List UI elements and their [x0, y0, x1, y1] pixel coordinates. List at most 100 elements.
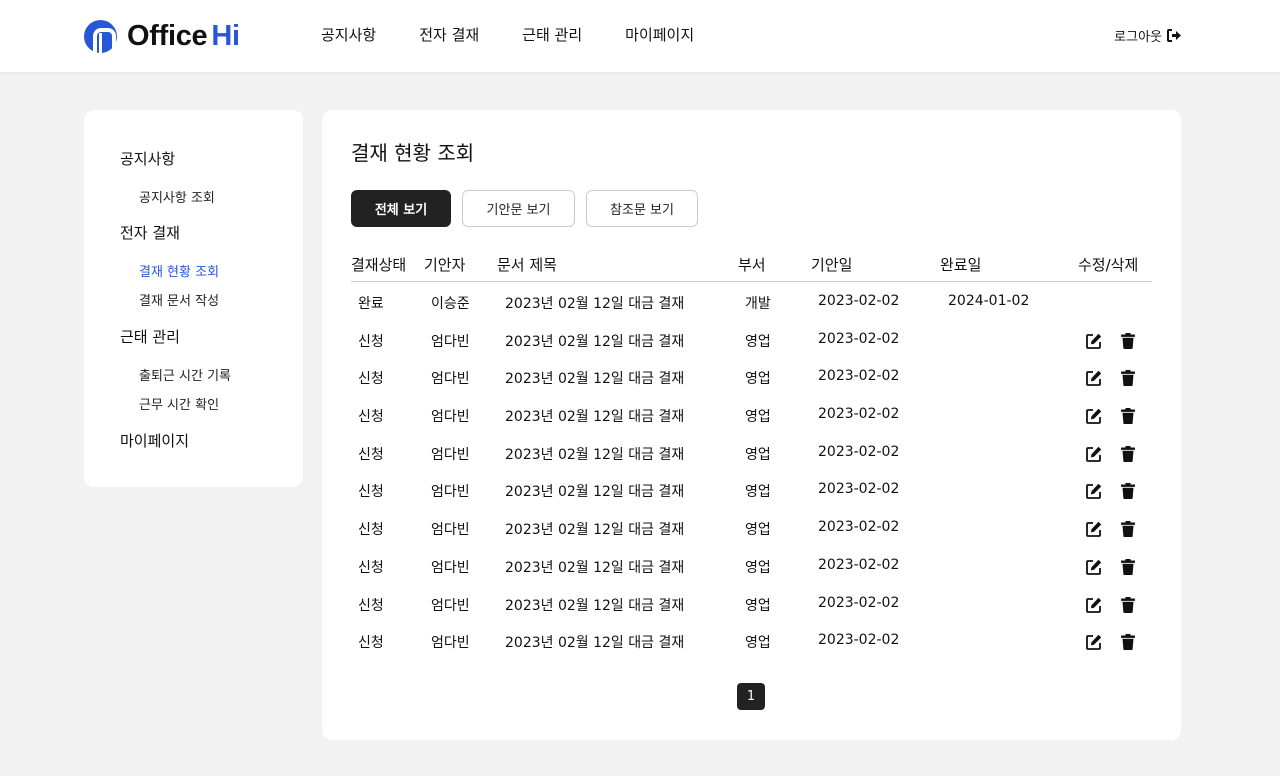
topnav-item-approval[interactable]: 전자 결재	[419, 24, 479, 45]
cell-draft-date: 2023-02-02	[818, 594, 900, 611]
cell-drafter: 엄다빈	[431, 446, 470, 463]
column-header-title: 문서 제목	[497, 256, 557, 274]
cell-drafter: 엄다빈	[431, 371, 470, 388]
filter-draft-button[interactable]: 기안문 보기	[462, 190, 575, 227]
cell-drafter: 엄다빈	[431, 484, 470, 501]
table-row[interactable]: 신청 엄다빈 2023년 02월 12일 대금 결재 영업 2023-02-02	[351, 397, 1152, 435]
sidebar-item-notice-list[interactable]: 공지사항 조회	[139, 187, 215, 206]
topnav-item-notice[interactable]: 공지사항	[321, 24, 376, 45]
brand-name-accent: Hi	[211, 19, 240, 52]
top-nav: 공지사항 전자 결재 근태 관리 마이페이지	[321, 24, 737, 45]
sidebar-section-attendance[interactable]: 근태 관리	[120, 326, 180, 347]
table-row[interactable]: 신청 엄다빈 2023년 02월 12일 대금 결재 영업 2023-02-02	[351, 586, 1152, 624]
cell-title[interactable]: 2023년 02월 12일 대금 결재	[505, 481, 684, 501]
sidebar-section-approval[interactable]: 전자 결재	[120, 222, 180, 243]
edit-icon[interactable]	[1085, 445, 1103, 463]
edit-icon[interactable]	[1085, 520, 1103, 538]
cell-dept: 영업	[745, 522, 771, 539]
table-row[interactable]: 신청 엄다빈 2023년 02월 12일 대금 결재 영업 2023-02-02	[351, 623, 1152, 661]
column-header-done-date: 완료일	[940, 256, 982, 274]
cell-draft-date: 2023-02-02	[818, 293, 900, 309]
trash-icon[interactable]	[1119, 445, 1137, 463]
logout-button[interactable]: 로그아웃	[1114, 26, 1182, 45]
edit-icon[interactable]	[1085, 407, 1103, 425]
cell-draft-date: 2023-02-02	[818, 443, 900, 460]
top-header: Office Hi 공지사항 전자 결재 근태 관리 마이페이지 로그아웃	[0, 0, 1280, 72]
sidebar-item-approval-status[interactable]: 결재 현황 조회	[139, 261, 219, 280]
logo-mark-icon	[84, 19, 117, 57]
table-row[interactable]: 신청 엄다빈 2023년 02월 12일 대금 결재 영업 2023-02-02	[351, 359, 1152, 397]
cell-dept: 영업	[745, 333, 771, 350]
table-row[interactable]: 신청 엄다빈 2023년 02월 12일 대금 결재 영업 2023-02-02	[351, 322, 1152, 360]
sidebar: 공지사항 공지사항 조회 전자 결재 결재 현황 조회 결재 문서 작성 근태 …	[84, 110, 303, 487]
cell-title[interactable]: 2023년 02월 12일 대금 결재	[505, 595, 684, 615]
cell-draft-date: 2023-02-02	[818, 330, 900, 347]
sidebar-section-mypage[interactable]: 마이페이지	[120, 430, 189, 451]
column-header-drafter: 기안자	[424, 256, 466, 274]
trash-icon[interactable]	[1119, 633, 1137, 651]
cell-title[interactable]: 2023년 02월 12일 대금 결재	[505, 406, 684, 426]
trash-icon[interactable]	[1119, 558, 1137, 576]
cell-title[interactable]: 2023년 02월 12일 대금 결재	[505, 519, 684, 539]
trash-icon[interactable]	[1119, 482, 1137, 500]
page-title: 결재 현황 조회	[351, 141, 475, 165]
edit-icon[interactable]	[1085, 369, 1103, 387]
sidebar-item-approval-write[interactable]: 결재 문서 작성	[139, 290, 219, 309]
cell-dept: 영업	[745, 597, 771, 614]
cell-dept: 영업	[745, 635, 771, 652]
filter-reference-button[interactable]: 참조문 보기	[586, 190, 698, 227]
table-row[interactable]: 신청 엄다빈 2023년 02월 12일 대금 결재 영업 2023-02-02	[351, 472, 1152, 510]
column-header-draft-date: 기안일	[811, 256, 853, 274]
cell-drafter: 이승준	[431, 296, 470, 312]
cell-dept: 영업	[745, 559, 771, 576]
trash-icon[interactable]	[1119, 407, 1137, 425]
cell-dept: 개발	[745, 296, 771, 312]
cell-title[interactable]: 2023년 02월 12일 대금 결재	[505, 632, 684, 652]
edit-icon[interactable]	[1085, 558, 1103, 576]
table-row[interactable]: 신청 엄다빈 2023년 02월 12일 대금 결재 영업 2023-02-02	[351, 548, 1152, 586]
edit-icon[interactable]	[1085, 633, 1103, 651]
trash-icon[interactable]	[1119, 332, 1137, 350]
cell-status: 신청	[358, 484, 384, 501]
cell-title[interactable]: 2023년 02월 12일 대금 결재	[505, 368, 684, 388]
table-row[interactable]: 완료 이승준 2023년 02월 12일 대금 결재 개발 2023-02-02…	[351, 284, 1152, 322]
trash-icon[interactable]	[1119, 520, 1137, 538]
cell-dept: 영업	[745, 446, 771, 463]
edit-icon[interactable]	[1085, 332, 1103, 350]
cell-draft-date: 2023-02-02	[818, 481, 900, 498]
cell-status: 신청	[358, 371, 384, 388]
logout-label: 로그아웃	[1114, 30, 1162, 45]
cell-status: 신청	[358, 409, 384, 426]
cell-title[interactable]: 2023년 02월 12일 대금 결재	[505, 557, 684, 577]
cell-title[interactable]: 2023년 02월 12일 대금 결재	[505, 444, 684, 464]
cell-title[interactable]: 2023년 02월 12일 대금 결재	[505, 293, 684, 313]
brand-name: Office Hi	[127, 20, 240, 53]
brand-logo[interactable]: Office Hi	[84, 18, 240, 57]
trash-icon[interactable]	[1119, 596, 1137, 614]
edit-icon[interactable]	[1085, 482, 1103, 500]
cell-dept: 영업	[745, 371, 771, 388]
table-header: 결재상태 기안자 문서 제목 부서 기안일 완료일 수정/삭제	[351, 250, 1152, 282]
cell-title[interactable]: 2023년 02월 12일 대금 결재	[505, 331, 684, 351]
cell-dept: 영업	[745, 409, 771, 426]
filter-tabs: 전체 보기 기안문 보기 참조문 보기	[351, 190, 709, 227]
column-header-dept: 부서	[738, 256, 766, 274]
table-row[interactable]: 신청 엄다빈 2023년 02월 12일 대금 결재 영업 2023-02-02	[351, 510, 1152, 548]
cell-status: 완료	[358, 296, 384, 312]
table-row[interactable]: 신청 엄다빈 2023년 02월 12일 대금 결재 영업 2023-02-02	[351, 435, 1152, 473]
brand-name-main: Office	[127, 19, 208, 52]
pagination-page-1[interactable]: 1	[737, 683, 765, 710]
sidebar-item-attendance-record[interactable]: 출퇴근 시간 기록	[139, 365, 231, 384]
sidebar-item-work-hours[interactable]: 근무 시간 확인	[139, 394, 219, 413]
cell-done-date: 2024-01-02	[948, 293, 1030, 309]
edit-icon[interactable]	[1085, 596, 1103, 614]
cell-status: 신청	[358, 559, 384, 576]
column-header-status: 결재상태	[351, 256, 407, 274]
sidebar-section-notice[interactable]: 공지사항	[120, 148, 175, 169]
topnav-item-mypage[interactable]: 마이페이지	[625, 24, 694, 45]
cell-status: 신청	[358, 597, 384, 614]
column-header-edit-delete: 수정/삭제	[1078, 256, 1139, 274]
topnav-item-attendance[interactable]: 근태 관리	[522, 24, 582, 45]
trash-icon[interactable]	[1119, 369, 1137, 387]
filter-all-button[interactable]: 전체 보기	[351, 190, 451, 227]
